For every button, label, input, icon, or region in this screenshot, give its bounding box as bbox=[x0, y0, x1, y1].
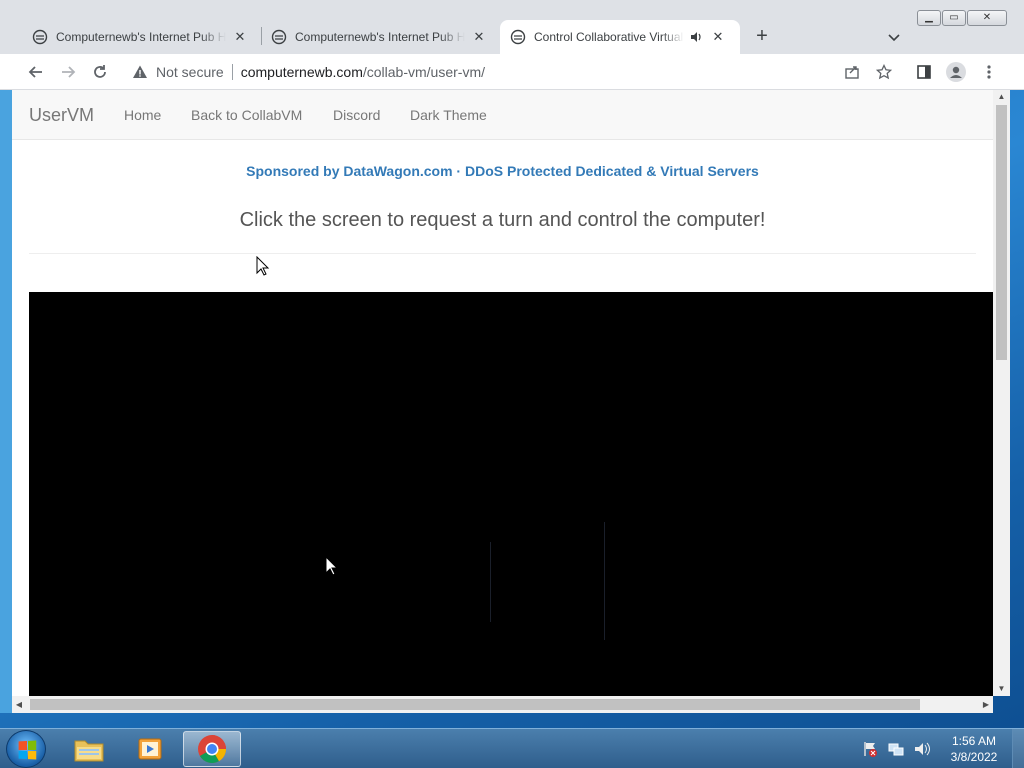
bookmark-star-icon[interactable] bbox=[872, 60, 896, 84]
page-headline: Click the screen to request a turn and c… bbox=[239, 209, 766, 231]
media-player-icon bbox=[138, 738, 162, 760]
tab-title: Computernewb's Internet Pub Hub bbox=[295, 30, 465, 44]
scroll-up-arrow-icon[interactable]: ▲ bbox=[993, 90, 1010, 104]
minimize-button[interactable]: ▁ bbox=[917, 10, 941, 26]
audio-playing-icon[interactable] bbox=[688, 29, 704, 45]
warning-icon[interactable] bbox=[132, 64, 148, 80]
divider bbox=[231, 64, 233, 80]
menu-kebab-icon[interactable] bbox=[977, 60, 1001, 84]
new-tab-button[interactable]: + bbox=[750, 25, 774, 49]
page-viewport: UserVM Home Back to CollabVM Discord Dar… bbox=[12, 90, 993, 696]
scroll-right-arrow-icon[interactable]: ▶ bbox=[979, 696, 993, 713]
clock-date: 3/8/2022 bbox=[950, 750, 998, 764]
horizontal-scrollbar[interactable]: ◀ ▶ bbox=[12, 696, 993, 713]
nav-link-dark-theme[interactable]: Dark Theme bbox=[410, 107, 487, 123]
taskbar: 1:56 AM 3/8/2022 bbox=[0, 728, 1024, 768]
start-button[interactable] bbox=[6, 730, 46, 768]
close-icon[interactable]: ✕ bbox=[710, 29, 726, 45]
share-icon[interactable] bbox=[840, 60, 864, 84]
computernewb-icon bbox=[32, 29, 48, 45]
clock-time: 1:56 AM bbox=[951, 734, 997, 748]
brand-link[interactable]: UserVM bbox=[29, 105, 94, 126]
scrollbar-thumb[interactable] bbox=[30, 699, 920, 710]
site-navbar: UserVM Home Back to CollabVM Discord Dar… bbox=[12, 90, 993, 140]
scroll-down-arrow-icon[interactable]: ▼ bbox=[993, 682, 1010, 696]
tab-search-icon[interactable] bbox=[884, 27, 904, 47]
divider bbox=[29, 253, 976, 254]
taskbar-clock[interactable]: 1:56 AM 3/8/2022 bbox=[942, 733, 1006, 765]
mouse-cursor-icon bbox=[256, 256, 270, 276]
browser-toolbar: Not secure computernewb.com/collab-vm/us… bbox=[0, 54, 1024, 90]
tab-strip: Computernewb's Internet Pub Hub ✕ Comput… bbox=[0, 0, 1024, 54]
action-center-flag-icon[interactable] bbox=[862, 741, 878, 757]
vm-artifact-line bbox=[604, 522, 605, 640]
sponsor-link[interactable]: Sponsored by DataWagon.com · DDoS Protec… bbox=[12, 163, 993, 179]
address-bar[interactable]: Not secure computernewb.com/collab-vm/us… bbox=[122, 58, 902, 86]
vm-display-screen[interactable] bbox=[29, 292, 993, 696]
taskbar-media-player[interactable] bbox=[121, 731, 179, 767]
nav-link-home[interactable]: Home bbox=[124, 107, 161, 123]
url-path: /collab-vm/user-vm/ bbox=[362, 64, 486, 80]
vm-artifact-line bbox=[490, 542, 491, 622]
computernewb-icon bbox=[510, 29, 526, 45]
scrollbar-thumb[interactable] bbox=[996, 105, 1007, 360]
back-arrow-icon[interactable] bbox=[24, 60, 48, 84]
url-host: computernewb.com bbox=[240, 64, 363, 80]
reload-icon[interactable] bbox=[88, 60, 112, 84]
chrome-icon bbox=[198, 735, 226, 763]
tab-computernewb-2[interactable]: Computernewb's Internet Pub Hub ✕ bbox=[261, 20, 499, 54]
taskbar-chrome[interactable] bbox=[183, 731, 241, 767]
nav-link-discord[interactable]: Discord bbox=[333, 107, 380, 123]
maximize-button[interactable]: ▭ bbox=[942, 10, 966, 26]
nav-link-back-to-collabvm[interactable]: Back to CollabVM bbox=[191, 107, 302, 123]
tab-computernewb-1[interactable]: Computernewb's Internet Pub Hub ✕ bbox=[22, 20, 260, 54]
windows-logo-icon bbox=[18, 740, 37, 760]
volume-icon[interactable] bbox=[914, 741, 930, 757]
close-icon[interactable]: ✕ bbox=[471, 29, 487, 45]
forward-arrow-icon[interactable] bbox=[56, 60, 80, 84]
side-panel-icon[interactable] bbox=[912, 60, 936, 84]
window-frame bbox=[0, 90, 12, 713]
window-close-button[interactable]: ✕ bbox=[967, 10, 1007, 26]
computernewb-icon bbox=[271, 29, 287, 45]
tab-title: Computernewb's Internet Pub Hub bbox=[56, 30, 226, 44]
close-icon[interactable]: ✕ bbox=[232, 29, 248, 45]
security-label: Not secure bbox=[156, 64, 224, 80]
vertical-scrollbar[interactable]: ▲ ▼ bbox=[993, 90, 1010, 696]
mouse-cursor-icon bbox=[325, 556, 339, 576]
tab-control-collaborative[interactable]: Control Collaborative Virtual Machines! … bbox=[500, 20, 740, 54]
system-tray bbox=[862, 739, 942, 759]
show-desktop-button[interactable] bbox=[1012, 729, 1024, 768]
tab-title: Control Collaborative Virtual Machines! bbox=[534, 30, 684, 44]
taskbar-explorer[interactable] bbox=[60, 731, 118, 767]
profile-avatar-icon[interactable] bbox=[944, 60, 968, 84]
folder-icon bbox=[74, 740, 104, 762]
browser-window: Computernewb's Internet Pub Hub ✕ Comput… bbox=[0, 0, 1024, 718]
url-text: computernewb.com/collab-vm/user-vm/ bbox=[241, 64, 485, 80]
scroll-left-arrow-icon[interactable]: ◀ bbox=[12, 696, 26, 713]
network-icon[interactable] bbox=[888, 741, 904, 757]
